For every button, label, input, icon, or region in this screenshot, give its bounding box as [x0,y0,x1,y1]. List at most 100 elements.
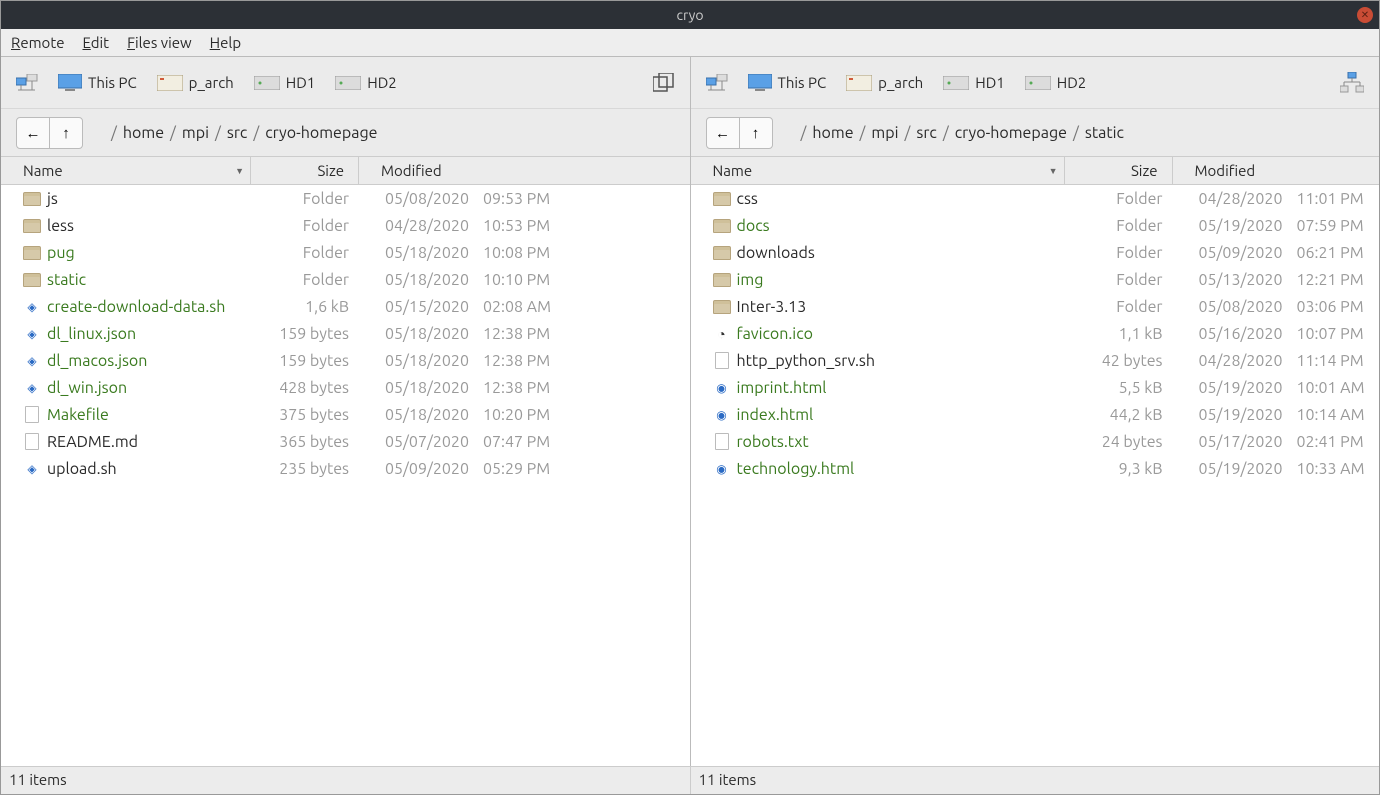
folder-icon [23,244,41,262]
p-arch-button[interactable]: p_arch [157,74,234,91]
file-row[interactable]: create-download-data.sh1,6 kB05/15/20200… [1,293,690,320]
file-modified: 05/19/202007:59 PM [1177,217,1376,235]
file-name: robots.txt [737,433,809,451]
left-toolbar: This PC p_arch HD1 HD2 [1,57,690,109]
menu-files-view[interactable]: Files view [127,34,192,51]
header-name[interactable]: Name▼ [1,157,251,184]
file-name: Inter-3.13 [737,298,807,316]
file-name: favicon.ico [737,325,813,343]
back-button[interactable]: ← [16,117,50,149]
file-modified: 05/18/202012:38 PM [363,325,686,343]
folder-icon [713,217,731,235]
folder-icon [713,271,731,289]
file-name: less [47,217,74,235]
breadcrumb-segment[interactable]: cryo-homepage [265,124,377,142]
file-name: static [47,271,86,289]
file-name: dl_linux.json [47,325,136,343]
file-row[interactable]: jsFolder05/08/202009:53 PM [1,185,690,212]
file-row[interactable]: index.html44,2 kB05/19/202010:14 AM [691,401,1380,428]
menu-help[interactable]: Help [210,34,241,51]
hd2-label: HD2 [1057,74,1087,91]
file-row[interactable]: dl_macos.json159 bytes05/18/202012:38 PM [1,347,690,374]
file-name: index.html [737,406,814,424]
file-row[interactable]: staticFolder05/18/202010:10 PM [1,266,690,293]
header-size[interactable]: Size [251,157,359,184]
breadcrumb-segment[interactable]: mpi [182,124,209,142]
file-row[interactable]: imgFolder05/13/202012:21 PM [691,266,1380,293]
folder-icon [23,271,41,289]
file-modified: 05/19/202010:01 AM [1177,379,1376,397]
file-row[interactable]: docsFolder05/19/202007:59 PM [691,212,1380,239]
file-row[interactable]: dl_win.json428 bytes05/18/202012:38 PM [1,374,690,401]
file-name: upload.sh [47,460,117,478]
close-icon[interactable]: ✕ [1357,7,1373,23]
file-row[interactable]: downloadsFolder05/09/202006:21 PM [691,239,1380,266]
header-size[interactable]: Size [1065,157,1173,184]
file-row[interactable]: Makefile375 bytes05/18/202010:20 PM [1,401,690,428]
menubar: Remote Edit Files view Help [1,29,1379,57]
left-pathbar: ← ↑ /home/mpi/src/cryo-homepage [1,109,690,157]
breadcrumb-segment[interactable]: mpi [871,124,898,142]
header-name[interactable]: Name▼ [691,157,1065,184]
sort-indicator-icon: ▼ [235,166,244,176]
file-row[interactable]: robots.txt24 bytes05/17/202002:41 PM [691,428,1380,455]
breadcrumb-segment[interactable]: src [916,124,936,142]
file-row[interactable]: technology.html9,3 kB05/19/202010:33 AM [691,455,1380,482]
dual-pane-icon[interactable] [653,73,675,93]
file-row[interactable]: favicon.ico1,1 kB05/16/202010:07 PM [691,320,1380,347]
up-button[interactable]: ↑ [739,117,773,149]
file-name: dl_macos.json [47,352,147,370]
file-size: 365 bytes [255,433,363,451]
breadcrumb-segment[interactable]: src [227,124,247,142]
breadcrumb-segment[interactable]: home [812,124,853,142]
menu-remote[interactable]: Remote [11,34,64,51]
file-row[interactable]: cssFolder04/28/202011:01 PM [691,185,1380,212]
p-arch-button[interactable]: p_arch [846,74,923,91]
file-name: Makefile [47,406,109,424]
right-pathbar: ← ↑ /home/mpi/src/cryo-homepage/static [691,109,1380,157]
back-button[interactable]: ← [706,117,740,149]
file-modified: 05/18/202010:08 PM [363,244,686,262]
file-name: technology.html [737,460,855,478]
this-pc-button[interactable]: This PC [748,74,827,92]
file-row[interactable]: README.md365 bytes05/07/202007:47 PM [1,428,690,455]
network-icon[interactable] [16,74,38,92]
file-row[interactable]: http_python_srv.sh42 bytes04/28/202011:1… [691,347,1380,374]
file-modified: 05/07/202007:47 PM [363,433,686,451]
json-icon [23,352,41,370]
file-size: 235 bytes [255,460,363,478]
file-row[interactable]: Inter-3.13Folder05/08/202003:06 PM [691,293,1380,320]
hd1-button[interactable]: HD1 [943,74,1005,91]
file-modified: 05/13/202012:21 PM [1177,271,1376,289]
up-button[interactable]: ↑ [49,117,83,149]
this-pc-button[interactable]: This PC [58,74,137,92]
menu-edit[interactable]: Edit [82,34,109,51]
breadcrumb-segment[interactable]: static [1085,124,1124,142]
header-modified[interactable]: Modified [1173,157,1380,184]
right-headers: Name▼ Size Modified [691,157,1380,185]
file-modified: 05/08/202009:53 PM [363,190,686,208]
hd2-button[interactable]: HD2 [335,74,397,91]
breadcrumb-segment[interactable]: home [123,124,164,142]
file-name: docs [737,217,770,235]
file-row[interactable]: imprint.html5,5 kB05/19/202010:01 AM [691,374,1380,401]
file-row[interactable]: upload.sh235 bytes05/09/202005:29 PM [1,455,690,482]
file-row[interactable]: pugFolder05/18/202010:08 PM [1,239,690,266]
json-icon [23,298,41,316]
tree-view-icon[interactable] [1340,72,1364,94]
file-modified: 05/19/202010:14 AM [1177,406,1376,424]
left-breadcrumbs: /home/mpi/src/cryo-homepage [111,124,378,142]
header-modified[interactable]: Modified [359,157,690,184]
left-file-list[interactable]: jsFolder05/08/202009:53 PMlessFolder04/2… [1,185,690,766]
file-row[interactable]: lessFolder04/28/202010:53 PM [1,212,690,239]
file-size: 375 bytes [255,406,363,424]
text-icon [23,433,41,451]
right-file-list[interactable]: cssFolder04/28/202011:01 PMdocsFolder05/… [691,185,1380,766]
hd1-button[interactable]: HD1 [254,74,316,91]
file-row[interactable]: dl_linux.json159 bytes05/18/202012:38 PM [1,320,690,347]
network-icon[interactable] [706,74,728,92]
hd2-button[interactable]: HD2 [1025,74,1087,91]
breadcrumb-segment[interactable]: cryo-homepage [955,124,1067,142]
folder-icon [713,190,731,208]
hd2-label: HD2 [367,74,397,91]
